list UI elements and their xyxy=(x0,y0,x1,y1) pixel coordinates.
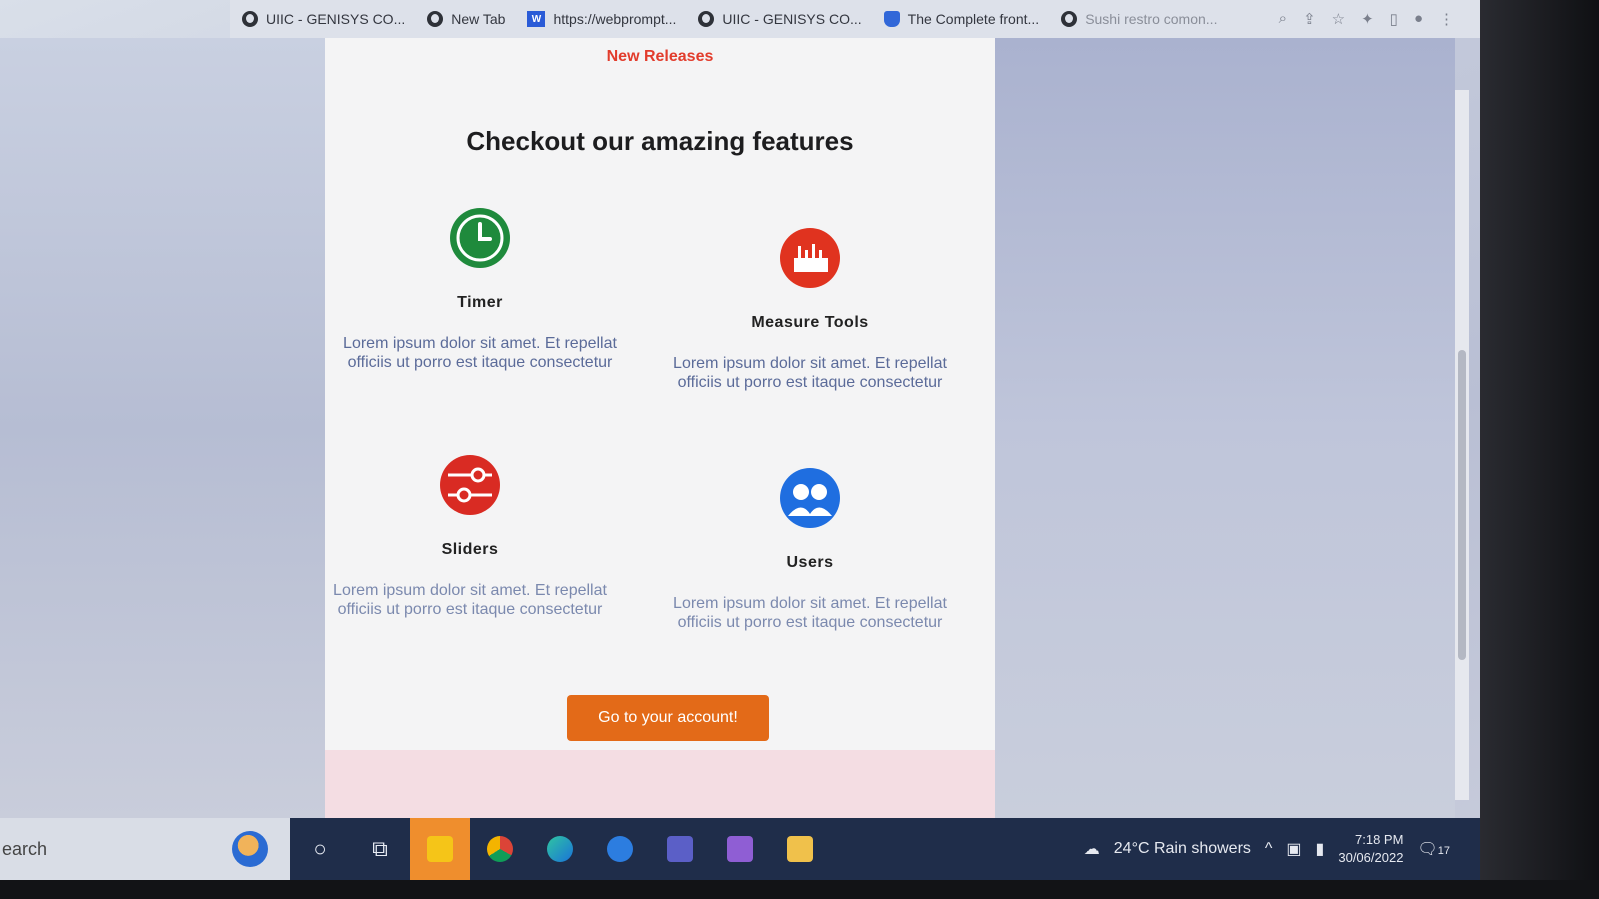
feature-measure-tools: Measure Tools Lorem ipsum dolor sit amet… xyxy=(660,228,960,392)
star-icon[interactable]: ☆ xyxy=(1332,10,1345,28)
chevron-up-icon[interactable]: ^ xyxy=(1265,840,1273,858)
feature-description: Lorem ipsum dolor sit amet. Et repellat … xyxy=(343,335,617,371)
clock-date: 30/06/2022 xyxy=(1338,850,1404,865)
browser-toolbar-icons: ⌕ ⇪ ☆ ✦ ▯ ● ⋮ xyxy=(1279,10,1480,28)
profile-icon[interactable]: ● xyxy=(1414,10,1423,28)
clock[interactable]: 7:18 PM 30/06/2022 xyxy=(1338,831,1403,867)
clock-time: 7:18 PM xyxy=(1355,832,1404,847)
sliders-icon xyxy=(440,455,500,515)
bookmarks-bar: UIIC - GENISYS CO... New Tab Whttps://we… xyxy=(230,0,1480,38)
user-badge-icon xyxy=(883,11,900,27)
desktop-background-left xyxy=(0,38,325,818)
clock-icon xyxy=(450,208,510,268)
network-icon[interactable]: ▣ xyxy=(1286,839,1301,859)
feature-name: Timer xyxy=(457,294,503,311)
bookmark-label: UIIC - GENISYS CO... xyxy=(722,11,862,27)
task-view-icon[interactable]: ⧉ xyxy=(350,818,410,880)
feature-sliders: Sliders Lorem ipsum dolor sit amet. Et r… xyxy=(320,455,620,619)
feature-users: Users Lorem ipsum dolor sit amet. Et rep… xyxy=(660,468,960,632)
bookmark-item[interactable]: New Tab xyxy=(427,11,505,27)
globe-icon xyxy=(1061,11,1078,27)
cortana-icon[interactable]: ○ xyxy=(290,818,350,880)
weather-icon: ☁ xyxy=(1083,841,1100,858)
file-explorer-icon[interactable] xyxy=(770,818,830,880)
go-to-account-button[interactable]: Go to your account! xyxy=(567,695,769,741)
globe-icon xyxy=(698,11,715,27)
feature-name: Measure Tools xyxy=(751,314,869,331)
bookmark-label: https://webprompt... xyxy=(553,11,677,27)
notification-icon[interactable]: 🗨17 xyxy=(1417,839,1450,859)
search-highlight-icon xyxy=(232,831,268,867)
bookmark-label: New Tab xyxy=(451,11,506,27)
bookmark-item[interactable]: UIIC - GENISYS CO... xyxy=(242,11,405,27)
users-icon xyxy=(780,468,840,528)
bookmark-item[interactable]: The Complete front... xyxy=(883,11,1040,27)
bookmark-item[interactable]: UIIC - GENISYS CO... xyxy=(698,11,862,27)
system-tray: ☁ 24°C Rain showers ^ ▣ ▮ 7:18 PM 30/06/… xyxy=(1084,831,1480,867)
feature-description: Lorem ipsum dolor sit amet. Et repellat … xyxy=(673,355,947,391)
scrollbar-thumb[interactable] xyxy=(1458,350,1466,660)
search-text: earch xyxy=(2,838,48,859)
zoom-icon[interactable]: ⌕ xyxy=(1279,10,1287,28)
new-releases-link[interactable]: New Releases xyxy=(325,48,995,66)
bookmark-label: The Complete front... xyxy=(907,11,1040,27)
web-page: New Releases Checkout our amazing featur… xyxy=(325,20,995,818)
microphone-icon[interactable]: ▮ xyxy=(1316,839,1325,859)
bookmark-item[interactable]: Sushi restro comon... xyxy=(1061,11,1217,27)
chrome-icon[interactable] xyxy=(470,818,530,880)
taskbar-search[interactable]: earch xyxy=(0,818,290,880)
screen: New Releases Checkout our amazing featur… xyxy=(0,0,1480,899)
globe-icon xyxy=(242,11,258,27)
share-icon[interactable]: ⇪ xyxy=(1303,10,1316,28)
extensions-icon[interactable]: ✦ xyxy=(1361,10,1374,28)
measure-icon xyxy=(780,228,840,288)
sticky-notes-icon[interactable] xyxy=(410,818,470,880)
desktop-background-right xyxy=(995,38,1455,818)
bookmark-item[interactable]: Whttps://webprompt... xyxy=(527,11,676,27)
monitor-bezel xyxy=(1480,0,1599,899)
w-badge-icon: W xyxy=(527,11,546,27)
teams-icon[interactable] xyxy=(650,818,710,880)
visual-studio-icon[interactable] xyxy=(710,818,770,880)
scrollbar[interactable] xyxy=(1455,90,1469,800)
monitor-bezel-bottom xyxy=(0,880,1599,899)
menu-icon[interactable]: ⋮ xyxy=(1439,10,1454,28)
taskbar: earch ○ ⧉ ☁ 24°C Rain showers ^ ▣ ▮ 7:18… xyxy=(0,818,1480,880)
feature-name: Sliders xyxy=(441,541,499,558)
globe-icon xyxy=(427,11,444,27)
feature-description: Lorem ipsum dolor sit amet. Et repellat … xyxy=(333,582,607,618)
notification-count: 17 xyxy=(1437,845,1450,857)
weather-text[interactable]: 24°C Rain showers xyxy=(1114,840,1251,858)
feature-timer: Timer Lorem ipsum dolor sit amet. Et rep… xyxy=(330,208,630,372)
sidebar-icon[interactable]: ▯ xyxy=(1390,10,1398,28)
bookmark-label: UIIC - GENISYS CO... xyxy=(266,11,406,27)
feature-name: Users xyxy=(786,554,834,571)
webex-icon[interactable] xyxy=(590,818,650,880)
features-title: Checkout our amazing features xyxy=(466,126,854,156)
bookmark-label: Sushi restro comon... xyxy=(1085,11,1218,27)
page-footer xyxy=(325,750,995,818)
feature-description: Lorem ipsum dolor sit amet. Et repellat … xyxy=(673,595,947,631)
edge-icon[interactable] xyxy=(530,818,590,880)
